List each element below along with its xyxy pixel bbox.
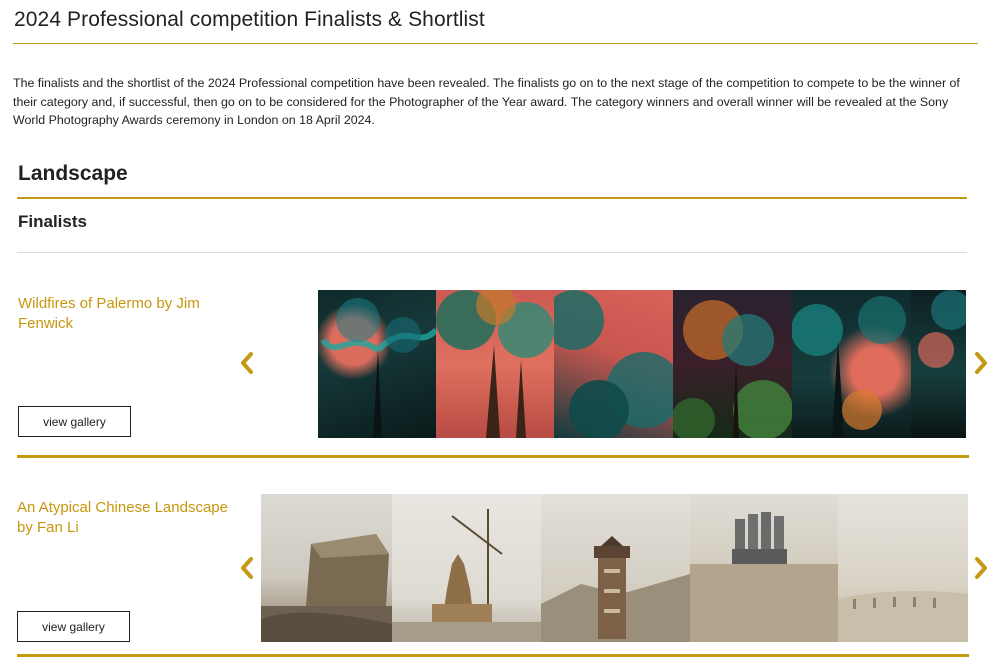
image-carousel[interactable]	[261, 494, 968, 642]
gallery-image[interactable]	[541, 494, 690, 642]
title-divider	[13, 43, 978, 44]
section-title: Landscape	[18, 162, 128, 185]
gallery-image[interactable]	[690, 494, 838, 642]
intro-paragraph: The finalists and the shortlist of the 2…	[13, 76, 960, 127]
page-title: 2024 Professional competition Finalists …	[14, 8, 485, 31]
chevron-right-icon[interactable]	[970, 350, 992, 376]
gallery-image[interactable]	[673, 290, 792, 438]
view-gallery-button[interactable]: view gallery	[18, 406, 131, 437]
gallery-image[interactable]	[554, 290, 673, 438]
entry-title[interactable]: Wildfires of Palermo by Jim Fenwick	[18, 294, 233, 334]
chevron-right-icon[interactable]	[970, 555, 992, 581]
chevron-left-icon[interactable]	[236, 555, 258, 581]
entry-divider	[17, 654, 969, 657]
gallery-image[interactable]	[392, 494, 541, 642]
gallery-image[interactable]	[318, 290, 436, 438]
subsection-title: Finalists	[18, 212, 87, 231]
chevron-left-icon[interactable]	[236, 350, 258, 376]
image-carousel[interactable]	[318, 290, 966, 438]
entry-divider	[17, 455, 969, 458]
section-divider	[17, 197, 967, 199]
gallery-image[interactable]	[838, 494, 968, 642]
gallery-image[interactable]	[792, 290, 911, 438]
gallery-image[interactable]	[436, 290, 554, 438]
view-gallery-button[interactable]: view gallery	[17, 611, 130, 642]
gallery-image[interactable]	[911, 290, 966, 438]
gallery-image[interactable]	[261, 494, 392, 642]
subsection-divider	[17, 252, 967, 253]
entry-title[interactable]: An Atypical Chinese Landscape by Fan Li	[17, 498, 232, 538]
